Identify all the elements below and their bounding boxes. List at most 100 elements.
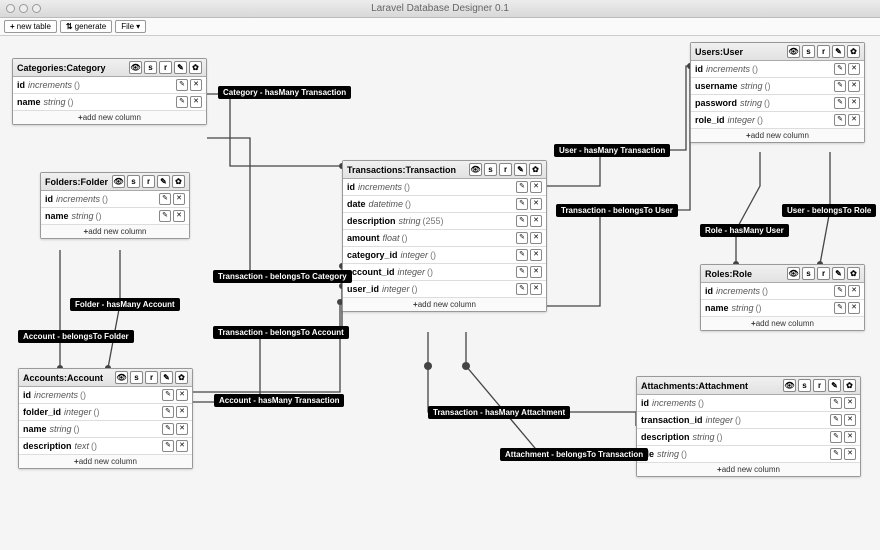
header-gear-icon[interactable]: ✿ [847, 267, 860, 280]
column-row[interactable]: namestring()✎✕ [13, 94, 206, 111]
column-row[interactable]: filestring()✎✕ [637, 446, 860, 463]
column-delete-icon[interactable]: ✕ [844, 448, 856, 460]
entity-folders[interactable]: Folders:Folder👁sr✎✿idincrements()✎✕names… [40, 172, 190, 239]
column-row[interactable]: idincrements()✎✕ [343, 179, 546, 196]
column-edit-icon[interactable]: ✎ [516, 283, 528, 295]
column-delete-icon[interactable]: ✕ [530, 249, 542, 261]
header-r-icon[interactable]: r [499, 163, 512, 176]
header-gear-icon[interactable]: ✿ [847, 45, 860, 58]
entity-roles[interactable]: Roles:Role👁sr✎✿idincrements()✎✕namestrin… [700, 264, 865, 331]
column-edit-icon[interactable]: ✎ [830, 397, 842, 409]
header-gear-icon[interactable]: ✿ [529, 163, 542, 176]
column-delete-icon[interactable]: ✕ [176, 389, 188, 401]
add-column-button[interactable]: add new column [691, 129, 864, 142]
column-delete-icon[interactable]: ✕ [530, 198, 542, 210]
header-eye-icon[interactable]: 👁 [787, 267, 800, 280]
header-s-icon[interactable]: s [144, 61, 157, 74]
add-column-button[interactable]: add new column [343, 298, 546, 311]
header-s-icon[interactable]: s [130, 371, 143, 384]
header-edit-icon[interactable]: ✎ [157, 175, 170, 188]
entity-header[interactable]: Users:User👁sr✎✿ [691, 43, 864, 61]
column-delete-icon[interactable]: ✕ [848, 285, 860, 297]
header-r-icon[interactable]: r [159, 61, 172, 74]
close-dot[interactable] [6, 4, 15, 13]
header-r-icon[interactable]: r [813, 379, 826, 392]
column-delete-icon[interactable]: ✕ [190, 96, 202, 108]
entity-header[interactable]: Categories:Category👁sr✎✿ [13, 59, 206, 77]
header-gear-icon[interactable]: ✿ [175, 371, 188, 384]
header-r-icon[interactable]: r [145, 371, 158, 384]
entity-categories[interactable]: Categories:Category👁sr✎✿idincrements()✎✕… [12, 58, 207, 125]
entity-header[interactable]: Folders:Folder👁sr✎✿ [41, 173, 189, 191]
column-row[interactable]: folder_idinteger()✎✕ [19, 404, 192, 421]
column-row[interactable]: descriptionstring()✎✕ [637, 429, 860, 446]
column-edit-icon[interactable]: ✎ [162, 406, 174, 418]
column-row[interactable]: descriptiontext()✎✕ [19, 438, 192, 455]
column-delete-icon[interactable]: ✕ [848, 302, 860, 314]
column-edit-icon[interactable]: ✎ [834, 80, 846, 92]
header-eye-icon[interactable]: 👁 [129, 61, 142, 74]
column-row[interactable]: amountfloat()✎✕ [343, 230, 546, 247]
column-delete-icon[interactable]: ✕ [844, 397, 856, 409]
header-gear-icon[interactable]: ✿ [172, 175, 185, 188]
entity-users[interactable]: Users:User👁sr✎✿idincrements()✎✕usernames… [690, 42, 865, 143]
column-edit-icon[interactable]: ✎ [162, 389, 174, 401]
entity-transactions[interactable]: Transactions:Transaction👁sr✎✿idincrement… [342, 160, 547, 312]
header-r-icon[interactable]: r [142, 175, 155, 188]
column-row[interactable]: role_idinteger()✎✕ [691, 112, 864, 129]
column-row[interactable]: idincrements()✎✕ [13, 77, 206, 94]
header-eye-icon[interactable]: 👁 [469, 163, 482, 176]
header-edit-icon[interactable]: ✎ [514, 163, 527, 176]
canvas[interactable]: Categories:Category👁sr✎✿idincrements()✎✕… [0, 36, 880, 550]
header-s-icon[interactable]: s [127, 175, 140, 188]
header-edit-icon[interactable]: ✎ [832, 267, 845, 280]
max-dot[interactable] [32, 4, 41, 13]
header-r-icon[interactable]: r [817, 267, 830, 280]
column-row[interactable]: datedatetime()✎✕ [343, 196, 546, 213]
column-edit-icon[interactable]: ✎ [176, 79, 188, 91]
file-menu-button[interactable]: File ▾ [115, 20, 146, 33]
column-edit-icon[interactable]: ✎ [834, 97, 846, 109]
column-row[interactable]: account_idinteger()✎✕ [343, 264, 546, 281]
add-column-button[interactable]: add new column [13, 111, 206, 124]
column-row[interactable]: idincrements()✎✕ [691, 61, 864, 78]
add-column-button[interactable]: add new column [637, 463, 860, 476]
header-eye-icon[interactable]: 👁 [115, 371, 128, 384]
add-column-button[interactable]: add new column [701, 317, 864, 330]
column-delete-icon[interactable]: ✕ [530, 283, 542, 295]
column-row[interactable]: namestring()✎✕ [701, 300, 864, 317]
column-row[interactable]: usernamestring()✎✕ [691, 78, 864, 95]
header-eye-icon[interactable]: 👁 [787, 45, 800, 58]
column-row[interactable]: idincrements()✎✕ [701, 283, 864, 300]
column-row[interactable]: transaction_idinteger()✎✕ [637, 412, 860, 429]
column-edit-icon[interactable]: ✎ [834, 302, 846, 314]
header-s-icon[interactable]: s [802, 45, 815, 58]
header-eye-icon[interactable]: 👁 [112, 175, 125, 188]
generate-button[interactable]: ⇅generate [60, 20, 112, 33]
entity-header[interactable]: Transactions:Transaction👁sr✎✿ [343, 161, 546, 179]
column-delete-icon[interactable]: ✕ [176, 406, 188, 418]
header-s-icon[interactable]: s [484, 163, 497, 176]
header-edit-icon[interactable]: ✎ [174, 61, 187, 74]
column-row[interactable]: namestring()✎✕ [41, 208, 189, 225]
column-delete-icon[interactable]: ✕ [530, 215, 542, 227]
column-delete-icon[interactable]: ✕ [530, 266, 542, 278]
header-r-icon[interactable]: r [817, 45, 830, 58]
add-column-button[interactable]: add new column [19, 455, 192, 468]
column-row[interactable]: user_idinteger()✎✕ [343, 281, 546, 298]
column-edit-icon[interactable]: ✎ [516, 249, 528, 261]
column-edit-icon[interactable]: ✎ [159, 193, 171, 205]
entity-accounts[interactable]: Accounts:Account👁sr✎✿idincrements()✎✕fol… [18, 368, 193, 469]
header-gear-icon[interactable]: ✿ [843, 379, 856, 392]
entity-header[interactable]: Roles:Role👁sr✎✿ [701, 265, 864, 283]
header-edit-icon[interactable]: ✎ [160, 371, 173, 384]
column-row[interactable]: category_idinteger()✎✕ [343, 247, 546, 264]
column-row[interactable]: idincrements()✎✕ [637, 395, 860, 412]
column-delete-icon[interactable]: ✕ [176, 440, 188, 452]
column-delete-icon[interactable]: ✕ [848, 63, 860, 75]
column-edit-icon[interactable]: ✎ [159, 210, 171, 222]
column-delete-icon[interactable]: ✕ [530, 232, 542, 244]
column-row[interactable]: passwordstring()✎✕ [691, 95, 864, 112]
column-edit-icon[interactable]: ✎ [516, 181, 528, 193]
column-delete-icon[interactable]: ✕ [848, 97, 860, 109]
